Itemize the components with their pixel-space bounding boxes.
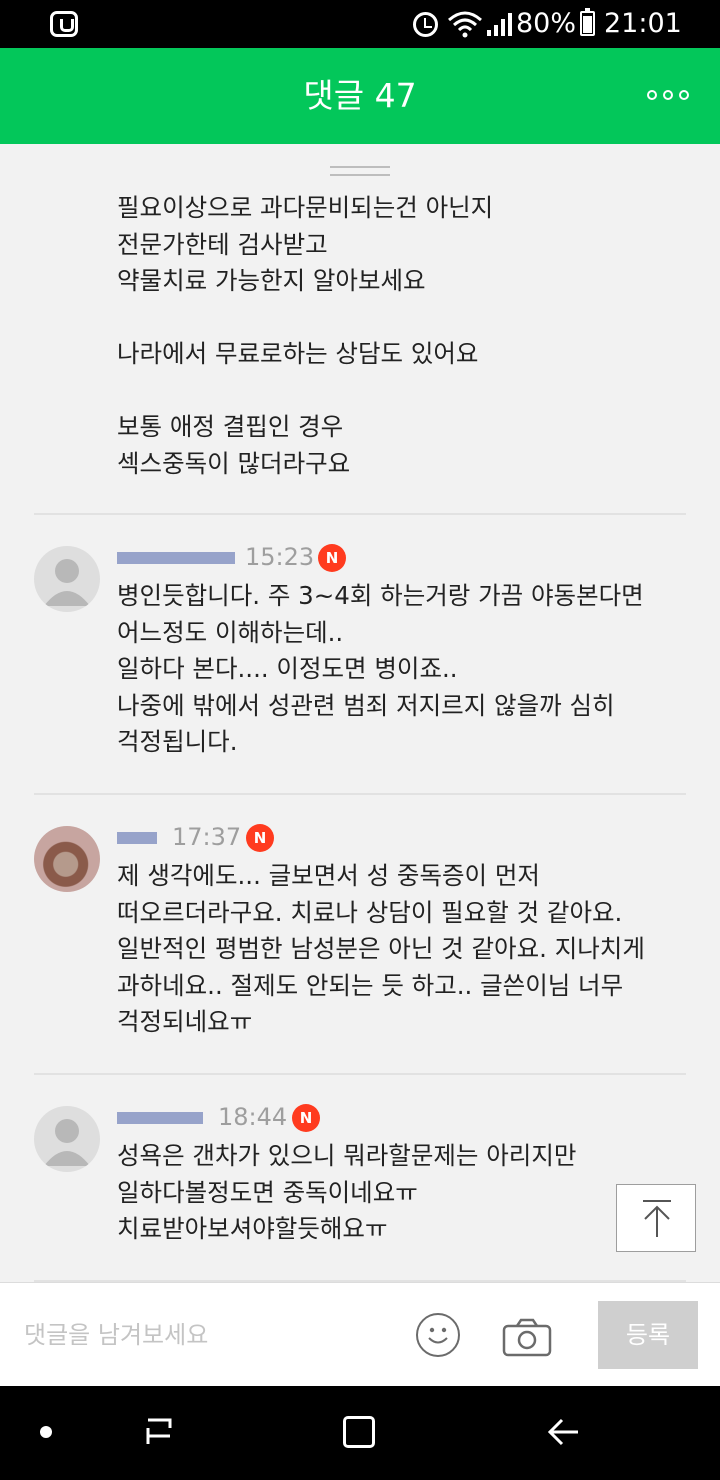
more-options-button[interactable]	[640, 78, 696, 112]
comment-list[interactable]: 필요이상으로 과다문비되는건 아닌지 전문가한테 검사받고 약물치료 가능한지 …	[0, 144, 720, 1282]
comment-input[interactable]: 댓글을 남겨보세요	[24, 1313, 364, 1357]
avatar[interactable]	[34, 546, 100, 612]
comment-input-bar: 댓글을 남겨보세요 등록	[0, 1282, 720, 1386]
emoji-button[interactable]	[416, 1313, 460, 1357]
recent-apps-icon[interactable]	[144, 1416, 174, 1448]
divider	[34, 793, 686, 795]
comments-header: 댓글 47	[0, 48, 720, 144]
divider	[34, 513, 686, 515]
nickname-blurred[interactable]	[117, 825, 157, 851]
nav-dot-icon[interactable]	[40, 1426, 52, 1438]
comment-time: 18:44	[218, 1103, 288, 1131]
battery-percent: 80%	[516, 8, 577, 39]
system-nav-bar	[0, 1386, 720, 1480]
arrow-up-icon	[643, 1200, 671, 1237]
nickname-blurred[interactable]	[117, 545, 235, 571]
submit-button[interactable]: 등록	[598, 1301, 698, 1369]
camera-icon[interactable]	[502, 1317, 552, 1357]
back-arrow-icon[interactable]	[546, 1416, 580, 1448]
default-avatar-icon	[44, 1119, 90, 1166]
emoji-icon	[428, 1327, 448, 1344]
nickname-blurred[interactable]	[117, 1105, 203, 1131]
comment-text: 제 생각에도... 글보면서 성 중독증이 먼저 떠오르더라구요. 치료나 상담…	[117, 861, 645, 1036]
new-badge: N	[292, 1104, 320, 1132]
new-badge: N	[318, 544, 346, 572]
default-avatar-icon	[44, 559, 90, 606]
comment-text: 성욕은 갠차가 있으니 뭐라할문제는 아리지만 일하다볼정도면 중독이네요ㅠ 치…	[117, 1141, 577, 1243]
comment-time: 15:23	[245, 543, 315, 571]
avatar-photo[interactable]	[34, 826, 100, 892]
new-badge: N	[246, 824, 274, 852]
more-dots-icon	[647, 90, 657, 100]
alarm-icon	[413, 12, 438, 37]
divider	[34, 1073, 686, 1075]
drag-handle[interactable]	[330, 166, 390, 176]
battery-icon	[580, 8, 595, 36]
status-bar: 80% 21:01	[0, 0, 720, 48]
comment-text: 병인듯합니다. 주 3~4회 하는거랑 가끔 야동본다면 어느정도 이해하는데.…	[117, 581, 644, 756]
comment-text: 필요이상으로 과다문비되는건 아닌지 전문가한테 검사받고 약물치료 가능한지 …	[117, 193, 494, 478]
comment-time: 17:37	[172, 823, 242, 851]
page-title: 댓글 47	[303, 76, 417, 115]
app-notification-icon	[50, 11, 78, 37]
avatar[interactable]	[34, 1106, 100, 1172]
status-time: 21:01	[604, 8, 682, 39]
scroll-to-top-button[interactable]	[616, 1184, 696, 1252]
home-button-icon[interactable]	[343, 1416, 375, 1448]
signal-icon	[487, 13, 512, 36]
wifi-icon	[448, 11, 482, 38]
